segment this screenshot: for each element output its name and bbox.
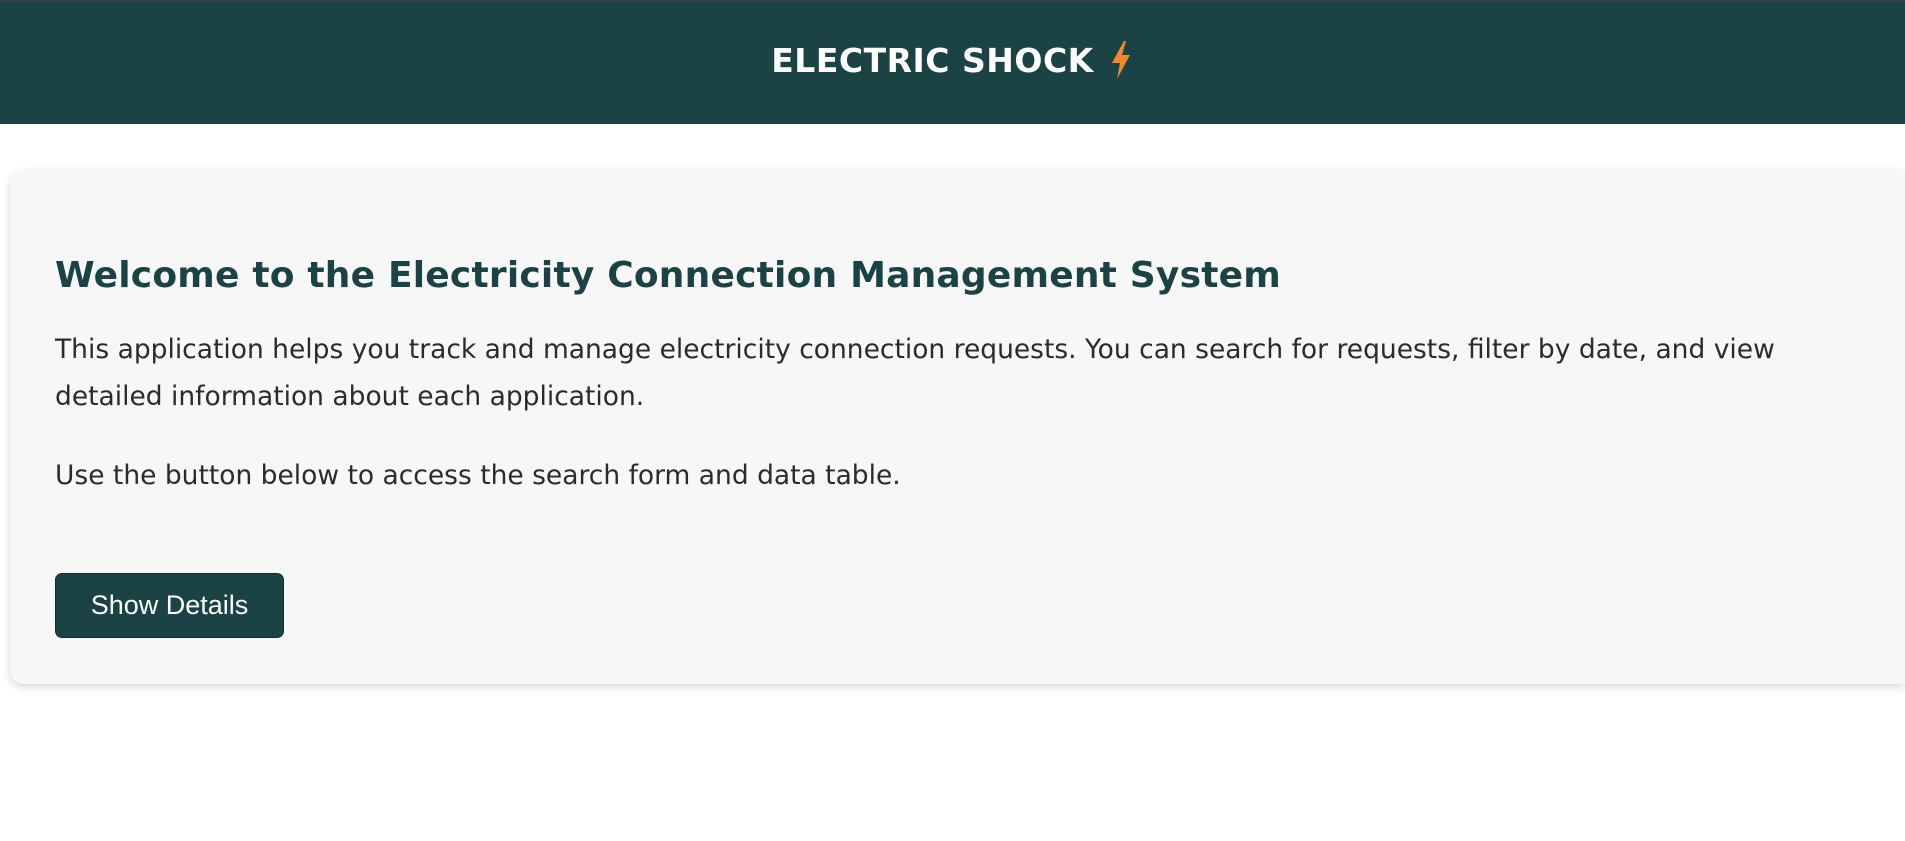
welcome-instruction: Use the button below to access the searc…	[55, 460, 901, 491]
brand: ELECTRIC SHOCK	[771, 40, 1133, 80]
app-header: ELECTRIC SHOCK	[0, 2, 1905, 124]
app-title: ELECTRIC SHOCK	[771, 40, 1094, 80]
show-details-button[interactable]: Show Details	[55, 573, 284, 638]
welcome-card: Welcome to the Electricity Connection Ma…	[10, 170, 1905, 684]
lightning-bolt-icon	[1111, 41, 1130, 79]
welcome-title: Welcome to the Electricity Connection Ma…	[55, 255, 1281, 296]
welcome-description: This application helps you track and man…	[55, 334, 1775, 412]
